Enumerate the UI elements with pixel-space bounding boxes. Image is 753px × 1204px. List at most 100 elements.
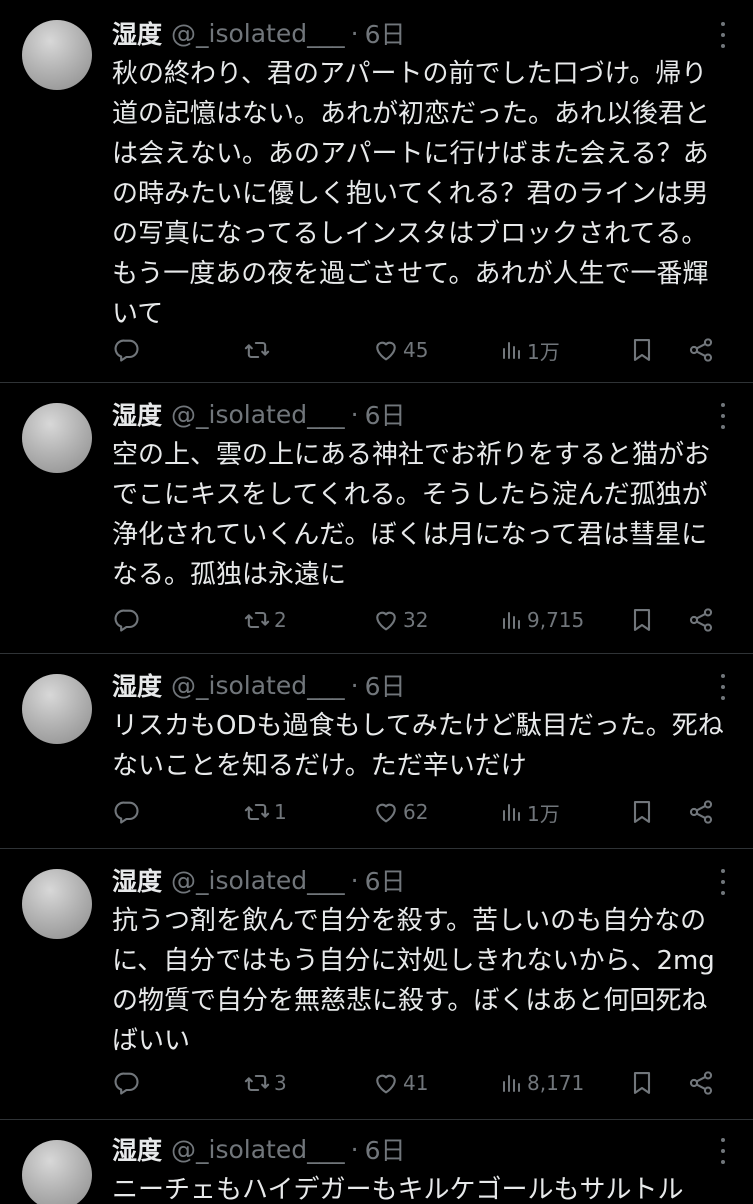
display-name[interactable]: 湿度: [112, 1131, 162, 1167]
timestamp[interactable]: 6日: [365, 396, 406, 432]
bookmark-icon: [628, 336, 656, 364]
avatar[interactable]: [22, 674, 92, 744]
tweet-actions: 2 32 9,715: [0, 605, 753, 635]
tweet-text: 空の上、雲の上にある神社でお祈りをすると猫がおでこにキスをしてくれる。そうしたら…: [112, 440, 711, 590]
avatar[interactable]: [22, 869, 92, 939]
tweet[interactable]: 湿度 @_isolated___ · 6日 ニーチェもハイデガーもキルケゴールも…: [0, 1120, 753, 1204]
timestamp[interactable]: 6日: [365, 862, 406, 898]
tweet[interactable]: 湿度 @_isolated___ · 6日 秋の終わり、君のアパートの前でした口…: [0, 0, 753, 383]
display-name[interactable]: 湿度: [112, 667, 162, 703]
tweet-header: 湿度 @_isolated___ · 6日: [112, 15, 731, 51]
reply-button[interactable]: [113, 1068, 144, 1098]
tweet-text: リスカもODも過食もしてみたけど駄目だった。死ねないことを知るだけ。ただ辛いだけ: [112, 711, 724, 781]
retweet-icon: [243, 606, 271, 634]
display-name[interactable]: 湿度: [112, 862, 162, 898]
views-count: 1万: [527, 339, 560, 364]
retweet-count: 3: [274, 1071, 287, 1095]
views-count: 8,171: [527, 1071, 585, 1095]
reply-icon: [113, 336, 141, 364]
tweet[interactable]: 湿度 @_isolated___ · 6日 抗うつ剤を飲んで自分を殺す。苦しいの…: [0, 849, 753, 1120]
avatar[interactable]: [22, 403, 92, 473]
separator-dot: ·: [350, 399, 359, 429]
share-button[interactable]: [687, 335, 715, 365]
bookmark-button[interactable]: [628, 335, 656, 365]
user-handle[interactable]: @_isolated___: [171, 866, 345, 895]
like-button[interactable]: 32: [372, 605, 428, 635]
heart-icon: [372, 606, 400, 634]
heart-icon: [372, 798, 400, 826]
timestamp[interactable]: 6日: [365, 15, 406, 51]
reply-icon: [113, 798, 141, 826]
user-handle[interactable]: @_isolated___: [171, 400, 345, 429]
user-handle[interactable]: @_isolated___: [171, 1135, 345, 1164]
reply-button[interactable]: [113, 605, 144, 635]
like-button[interactable]: 41: [372, 1068, 428, 1098]
views-button[interactable]: 8,171: [500, 1068, 584, 1098]
like-count: 41: [403, 1071, 429, 1095]
timeline-feed: 湿度 @_isolated___ · 6日 秋の終わり、君のアパートの前でした口…: [0, 0, 753, 1204]
retweet-count: 1: [274, 800, 287, 824]
bookmark-icon: [628, 606, 656, 634]
bookmark-icon: [628, 1069, 656, 1097]
views-icon: [500, 798, 524, 826]
reply-button[interactable]: [113, 335, 144, 365]
separator-dot: ·: [350, 670, 359, 700]
tweet-actions: 45 1万: [0, 335, 753, 365]
user-handle[interactable]: @_isolated___: [171, 671, 345, 700]
share-icon: [687, 606, 715, 634]
avatar[interactable]: [22, 20, 92, 90]
reply-icon: [113, 1069, 141, 1097]
views-count: 9,715: [527, 608, 585, 632]
timestamp[interactable]: 6日: [365, 667, 406, 703]
display-name[interactable]: 湿度: [112, 15, 162, 51]
more-icon[interactable]: [715, 869, 731, 895]
retweet-button[interactable]: [243, 335, 274, 365]
tweet-actions: 1 62 1万: [0, 797, 753, 827]
retweet-icon: [243, 336, 271, 364]
more-icon[interactable]: [715, 1138, 731, 1164]
like-count: 32: [403, 608, 429, 632]
display-name[interactable]: 湿度: [112, 396, 162, 432]
share-icon: [687, 336, 715, 364]
more-icon[interactable]: [715, 674, 731, 700]
heart-icon: [372, 336, 400, 364]
like-button[interactable]: 62: [372, 797, 428, 827]
share-button[interactable]: [687, 797, 715, 827]
bookmark-button[interactable]: [628, 605, 656, 635]
avatar[interactable]: [22, 1140, 92, 1204]
bookmark-button[interactable]: [628, 797, 656, 827]
views-button[interactable]: 1万: [500, 797, 560, 827]
tweet-header: 湿度 @_isolated___ · 6日: [112, 1131, 731, 1167]
like-button[interactable]: 45: [372, 335, 428, 365]
bookmark-button[interactable]: [628, 1068, 656, 1098]
views-icon: [500, 336, 524, 364]
views-icon: [500, 1069, 524, 1097]
tweet-text: 抗うつ剤を飲んで自分を殺す。苦しいのも自分なのに、自分ではもう自分に対処しきれな…: [112, 906, 715, 1056]
retweet-button[interactable]: 3: [243, 1068, 287, 1098]
more-icon[interactable]: [715, 22, 731, 48]
share-button[interactable]: [687, 1068, 715, 1098]
reply-button[interactable]: [113, 797, 144, 827]
tweet-header: 湿度 @_isolated___ · 6日: [112, 862, 731, 898]
tweet-header: 湿度 @_isolated___ · 6日: [112, 667, 731, 703]
separator-dot: ·: [350, 1134, 359, 1164]
tweet[interactable]: 湿度 @_isolated___ · 6日 リスカもODも過食もしてみたけど駄目…: [0, 654, 753, 849]
retweet-button[interactable]: 1: [243, 797, 287, 827]
heart-icon: [372, 1069, 400, 1097]
retweet-button[interactable]: 2: [243, 605, 287, 635]
tweet[interactable]: 湿度 @_isolated___ · 6日 空の上、雲の上にある神社でお祈りをす…: [0, 383, 753, 654]
views-button[interactable]: 1万: [500, 335, 560, 365]
timestamp[interactable]: 6日: [365, 1131, 406, 1167]
separator-dot: ·: [350, 865, 359, 895]
views-count: 1万: [527, 801, 560, 826]
share-icon: [687, 798, 715, 826]
like-count: 62: [403, 800, 429, 824]
views-button[interactable]: 9,715: [500, 605, 584, 635]
share-icon: [687, 1069, 715, 1097]
more-icon[interactable]: [715, 403, 731, 429]
share-button[interactable]: [687, 605, 715, 635]
reply-icon: [113, 606, 141, 634]
tweet-text: ニーチェもハイデガーもキルケゴールもサルトル: [112, 1175, 684, 1204]
user-handle[interactable]: @_isolated___: [171, 19, 345, 48]
tweet-text: 秋の終わり、君のアパートの前でした口づけ。帰り道の記憶はない。あれが初恋だった。…: [112, 59, 711, 329]
